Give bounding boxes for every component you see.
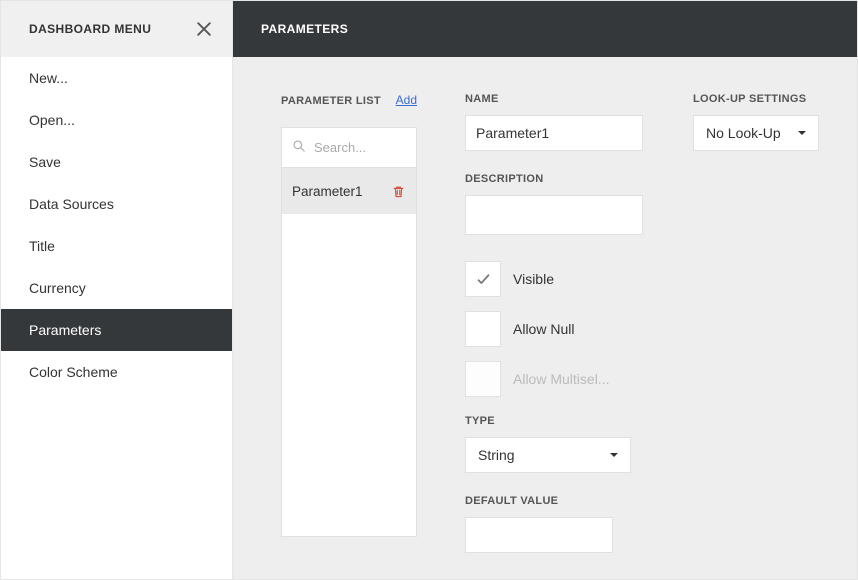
chevron-down-icon <box>798 131 806 135</box>
menu-item-label: Currency <box>29 280 86 296</box>
lookup-label: LOOK-UP SETTINGS <box>693 93 829 105</box>
description-input[interactable] <box>465 195 643 235</box>
parameter-list-panel: Parameter1 <box>281 127 417 537</box>
menu-item-title[interactable]: Title <box>1 225 232 267</box>
search-icon <box>292 139 306 156</box>
menu-item-currency[interactable]: Currency <box>1 267 232 309</box>
allow-null-checkbox-row: Allow Null <box>465 311 645 347</box>
sidebar-header: DASHBOARD MENU <box>1 1 232 57</box>
type-select[interactable]: String <box>465 437 631 473</box>
sidebar: DASHBOARD MENU New... Open... Save Data … <box>1 1 233 579</box>
parameter-form-column: NAME DESCRIPTION Visible Allow Null <box>465 93 645 553</box>
allow-null-checkbox[interactable] <box>465 311 501 347</box>
lookup-column: LOOK-UP SETTINGS No Look-Up <box>693 93 829 151</box>
lookup-select[interactable]: No Look-Up <box>693 115 819 151</box>
menu-item-label: Title <box>29 238 55 254</box>
chevron-down-icon <box>610 453 618 457</box>
default-value-label: DEFAULT VALUE <box>465 495 645 507</box>
name-label: NAME <box>465 93 645 105</box>
menu-item-label: Color Scheme <box>29 364 118 380</box>
add-parameter-link[interactable]: Add <box>396 93 417 107</box>
menu-item-save[interactable]: Save <box>1 141 232 183</box>
default-value-input[interactable] <box>465 517 613 553</box>
menu-item-label: Open... <box>29 112 75 128</box>
name-input[interactable] <box>465 115 643 151</box>
menu-item-new[interactable]: New... <box>1 57 232 99</box>
menu-item-label: New... <box>29 70 68 86</box>
allow-multiselect-checkbox <box>465 361 501 397</box>
visible-checkbox[interactable] <box>465 261 501 297</box>
main-title: PARAMETERS <box>233 1 857 57</box>
allow-null-label: Allow Null <box>513 321 574 337</box>
parameter-search[interactable] <box>282 128 416 168</box>
search-input[interactable] <box>314 140 394 155</box>
menu-item-data-sources[interactable]: Data Sources <box>1 183 232 225</box>
visible-checkbox-row: Visible <box>465 261 645 297</box>
visible-label: Visible <box>513 271 554 287</box>
menu-item-color-scheme[interactable]: Color Scheme <box>1 351 232 393</box>
trash-icon[interactable] <box>391 184 406 199</box>
type-value: String <box>478 447 515 463</box>
menu-item-label: Save <box>29 154 61 170</box>
parameter-list-item[interactable]: Parameter1 <box>282 168 416 214</box>
menu-item-label: Parameters <box>29 322 101 338</box>
menu-item-open[interactable]: Open... <box>1 99 232 141</box>
allow-multiselect-checkbox-row: Allow Multisel... <box>465 361 645 397</box>
parameter-list-column: PARAMETER LIST Add Parameter1 <box>281 93 417 537</box>
menu-item-label: Data Sources <box>29 196 114 212</box>
menu-item-parameters[interactable]: Parameters <box>1 309 232 351</box>
allow-multiselect-label: Allow Multisel... <box>513 371 609 387</box>
description-label: DESCRIPTION <box>465 173 645 185</box>
parameter-item-name: Parameter1 <box>292 184 363 199</box>
content: PARAMETER LIST Add Parameter1 <box>233 57 857 579</box>
close-icon[interactable] <box>194 19 214 39</box>
parameter-list-label: PARAMETER LIST <box>281 95 381 107</box>
type-label: TYPE <box>465 415 645 427</box>
main-area: PARAMETERS PARAMETER LIST Add Para <box>233 1 857 579</box>
lookup-value: No Look-Up <box>706 125 781 141</box>
sidebar-title: DASHBOARD MENU <box>29 22 151 36</box>
